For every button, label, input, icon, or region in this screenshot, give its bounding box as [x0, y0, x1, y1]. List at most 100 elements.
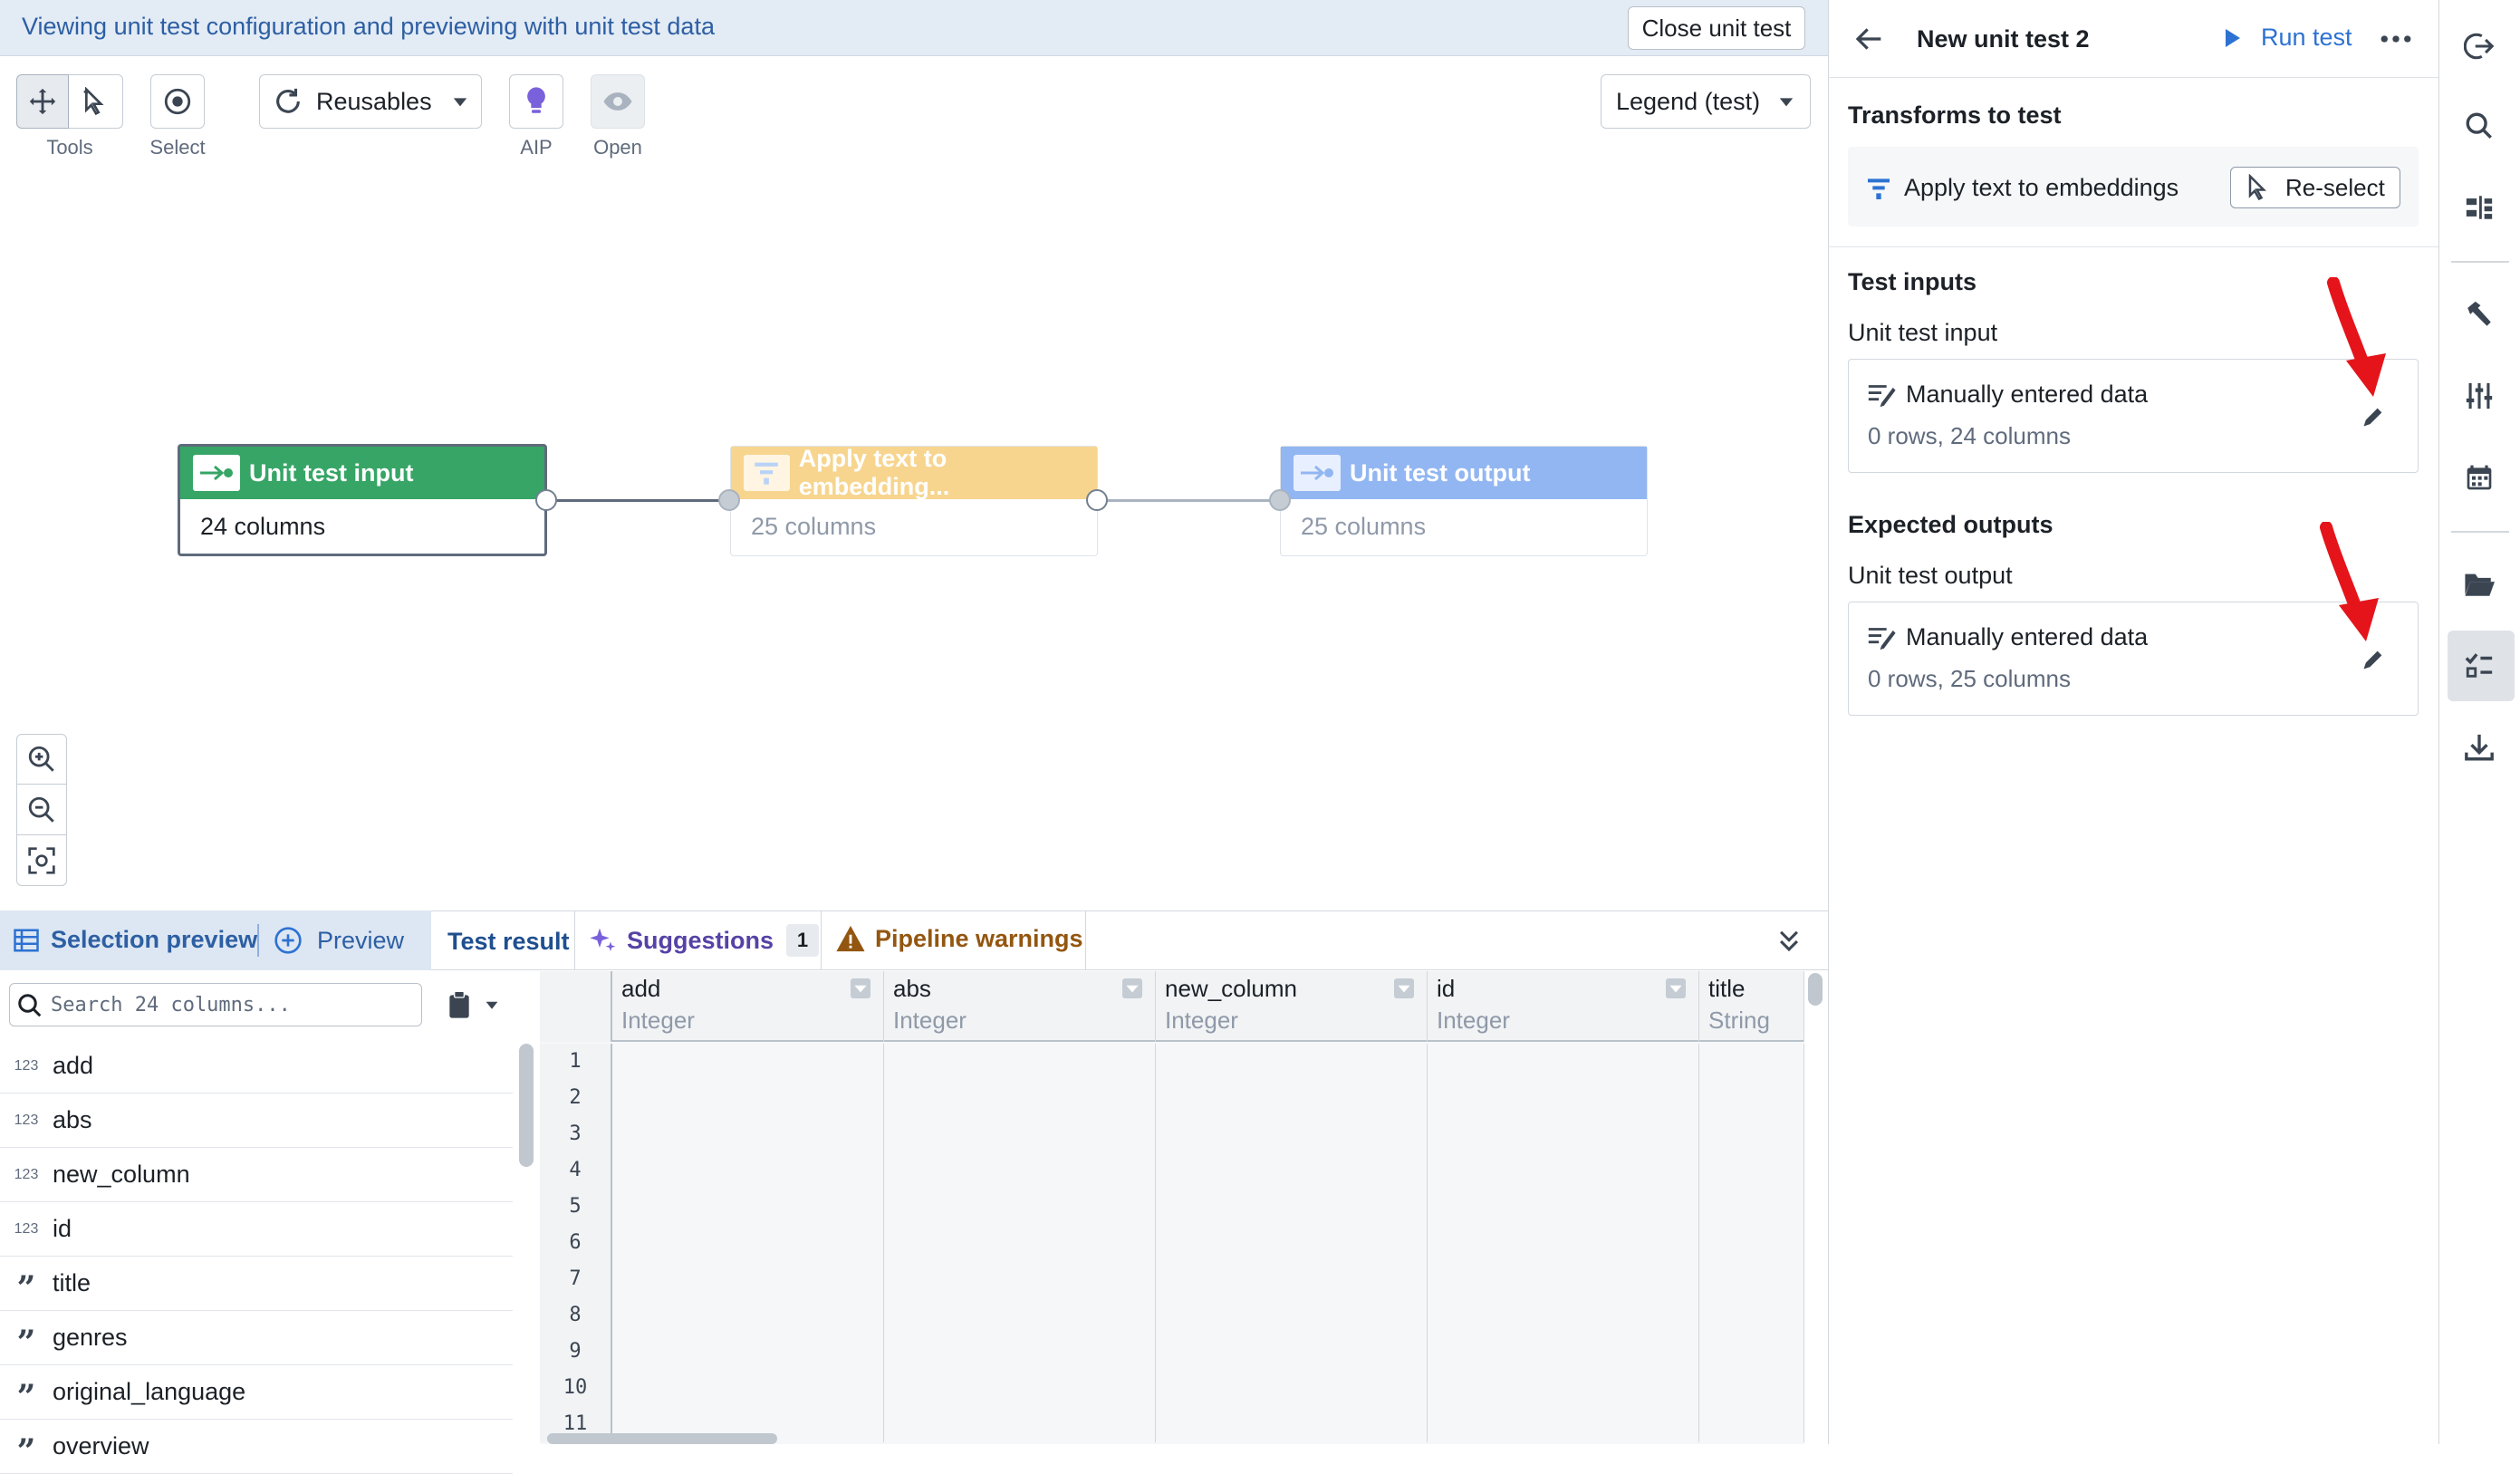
column-filter-icon[interactable]	[1666, 978, 1686, 998]
grid-cell[interactable]	[1428, 1080, 1699, 1116]
input-port[interactable]	[1269, 489, 1291, 511]
pan-tool-button[interactable]	[16, 74, 69, 129]
grid-cell[interactable]	[1428, 1189, 1699, 1225]
grid-cell[interactable]	[1428, 1044, 1699, 1080]
sidebar-item-unit-tests[interactable]	[2457, 643, 2502, 689]
grid-cell[interactable]	[1699, 1334, 1804, 1370]
grid-cell[interactable]	[1699, 1297, 1804, 1334]
grid-cell[interactable]	[1428, 1406, 1699, 1442]
grid-cell[interactable]	[612, 1261, 884, 1297]
grid-cell[interactable]	[1428, 1152, 1699, 1189]
tab-test-result[interactable]: Test result	[447, 928, 570, 956]
grid-cell[interactable]	[1156, 1225, 1428, 1261]
run-test-button[interactable]: Run test	[2223, 24, 2352, 52]
grid-cell[interactable]	[612, 1152, 884, 1189]
legend-dropdown[interactable]: Legend (test)	[1601, 74, 1811, 129]
more-options-button[interactable]	[2375, 20, 2417, 58]
grid-cell[interactable]	[1699, 1406, 1804, 1442]
grid-cell[interactable]	[884, 1334, 1156, 1370]
graph-node-apply-text-to-embeddings[interactable]: Apply text to embedding... 25 columns	[730, 445, 1098, 556]
grid-column-header[interactable]: id Integer	[1428, 971, 1699, 1042]
select-button[interactable]	[150, 74, 205, 129]
grid-cell[interactable]	[612, 1116, 884, 1152]
tab-preview[interactable]: Preview	[274, 926, 404, 955]
column-list-item[interactable]: ” genres	[0, 1311, 513, 1365]
grid-cell[interactable]	[612, 1225, 884, 1261]
column-list-item[interactable]: 123 add	[0, 1039, 513, 1093]
grid-cell[interactable]	[1428, 1225, 1699, 1261]
grid-cell[interactable]	[884, 1370, 1156, 1406]
sidebar-item-search[interactable]	[2457, 103, 2502, 149]
grid-cell[interactable]	[884, 1080, 1156, 1116]
grid-cell[interactable]	[1699, 1080, 1804, 1116]
graph-node-unit-test-output[interactable]: Unit test output 25 columns	[1280, 446, 1648, 556]
sidebar-item-exit[interactable]	[2457, 24, 2502, 69]
sidebar-item-layout[interactable]	[2457, 185, 2502, 230]
aip-button[interactable]	[509, 74, 563, 129]
collapse-panel-button[interactable]	[1770, 922, 1808, 960]
grid-cell[interactable]	[1156, 1370, 1428, 1406]
grid-cell[interactable]	[884, 1225, 1156, 1261]
grid-cell[interactable]	[612, 1334, 884, 1370]
column-list-item[interactable]: 123 abs	[0, 1093, 513, 1148]
grid-cell[interactable]	[1699, 1152, 1804, 1189]
column-filter-icon[interactable]	[1394, 978, 1414, 998]
output-port[interactable]	[1086, 489, 1108, 511]
grid-cell[interactable]	[884, 1152, 1156, 1189]
grid-column-header[interactable]: abs Integer	[884, 971, 1156, 1042]
sidebar-item-download[interactable]	[2457, 725, 2502, 770]
column-list-scrollbar[interactable]	[519, 1044, 534, 1167]
grid-cell[interactable]	[884, 1297, 1156, 1334]
grid-vertical-scrollbar[interactable]	[1808, 973, 1823, 1006]
grid-cell[interactable]	[612, 1044, 884, 1080]
pointer-tool-button[interactable]	[69, 74, 123, 129]
grid-column-header[interactable]: new_column Integer	[1156, 971, 1428, 1042]
grid-cell[interactable]	[884, 1116, 1156, 1152]
close-unit-test-button[interactable]: Close unit test	[1628, 6, 1805, 50]
column-list-item[interactable]: ” overview	[0, 1420, 513, 1474]
grid-cell[interactable]	[1428, 1116, 1699, 1152]
grid-cell[interactable]	[1156, 1152, 1428, 1189]
grid-cell[interactable]	[884, 1261, 1156, 1297]
sidebar-item-schedule[interactable]	[2457, 455, 2502, 500]
graph-node-unit-test-input[interactable]: Unit test input 24 columns	[178, 444, 547, 556]
grid-cell[interactable]	[1156, 1406, 1428, 1442]
grid-cell[interactable]	[1428, 1334, 1699, 1370]
grid-cell[interactable]	[1428, 1297, 1699, 1334]
tab-suggestions[interactable]: Suggestions 1	[589, 924, 820, 957]
grid-cell[interactable]	[612, 1189, 884, 1225]
grid-cell[interactable]	[1428, 1370, 1699, 1406]
column-list-item[interactable]: ” original_language	[0, 1365, 513, 1420]
grid-cell[interactable]	[884, 1189, 1156, 1225]
grid-cell[interactable]	[884, 1044, 1156, 1080]
column-filter-icon[interactable]	[1122, 978, 1142, 998]
grid-cell[interactable]	[1156, 1189, 1428, 1225]
column-list-item[interactable]: ” title	[0, 1257, 513, 1311]
grid-cell[interactable]	[612, 1080, 884, 1116]
grid-cell[interactable]	[612, 1370, 884, 1406]
reusables-dropdown[interactable]: Reusables	[259, 74, 482, 129]
column-search-input[interactable]	[49, 984, 411, 1026]
sidebar-item-build[interactable]	[2457, 292, 2502, 337]
zoom-in-button[interactable]	[16, 734, 67, 785]
grid-column-header[interactable]: add Integer	[612, 971, 884, 1042]
tab-pipeline-warnings[interactable]: Pipeline warnings	[835, 924, 1083, 953]
grid-cell[interactable]	[1699, 1370, 1804, 1406]
column-list-item[interactable]: 123 new_column	[0, 1148, 513, 1202]
grid-horizontal-scrollbar[interactable]	[547, 1433, 777, 1444]
zoom-out-button[interactable]	[16, 785, 67, 835]
column-filter-icon[interactable]	[851, 978, 870, 998]
output-port[interactable]	[535, 489, 557, 511]
grid-cell[interactable]	[1156, 1261, 1428, 1297]
grid-cell[interactable]	[1699, 1189, 1804, 1225]
sidebar-item-folder[interactable]	[2457, 562, 2502, 607]
reselect-button[interactable]: Re-select	[2230, 167, 2400, 208]
input-port[interactable]	[718, 489, 740, 511]
grid-cell[interactable]	[612, 1297, 884, 1334]
zoom-to-fit-button[interactable]	[16, 835, 67, 886]
grid-cell[interactable]	[1156, 1080, 1428, 1116]
grid-cell[interactable]	[1699, 1044, 1804, 1080]
grid-cell[interactable]	[1156, 1297, 1428, 1334]
grid-cell[interactable]	[884, 1406, 1156, 1442]
clipboard-menu-button[interactable]	[438, 984, 507, 1026]
